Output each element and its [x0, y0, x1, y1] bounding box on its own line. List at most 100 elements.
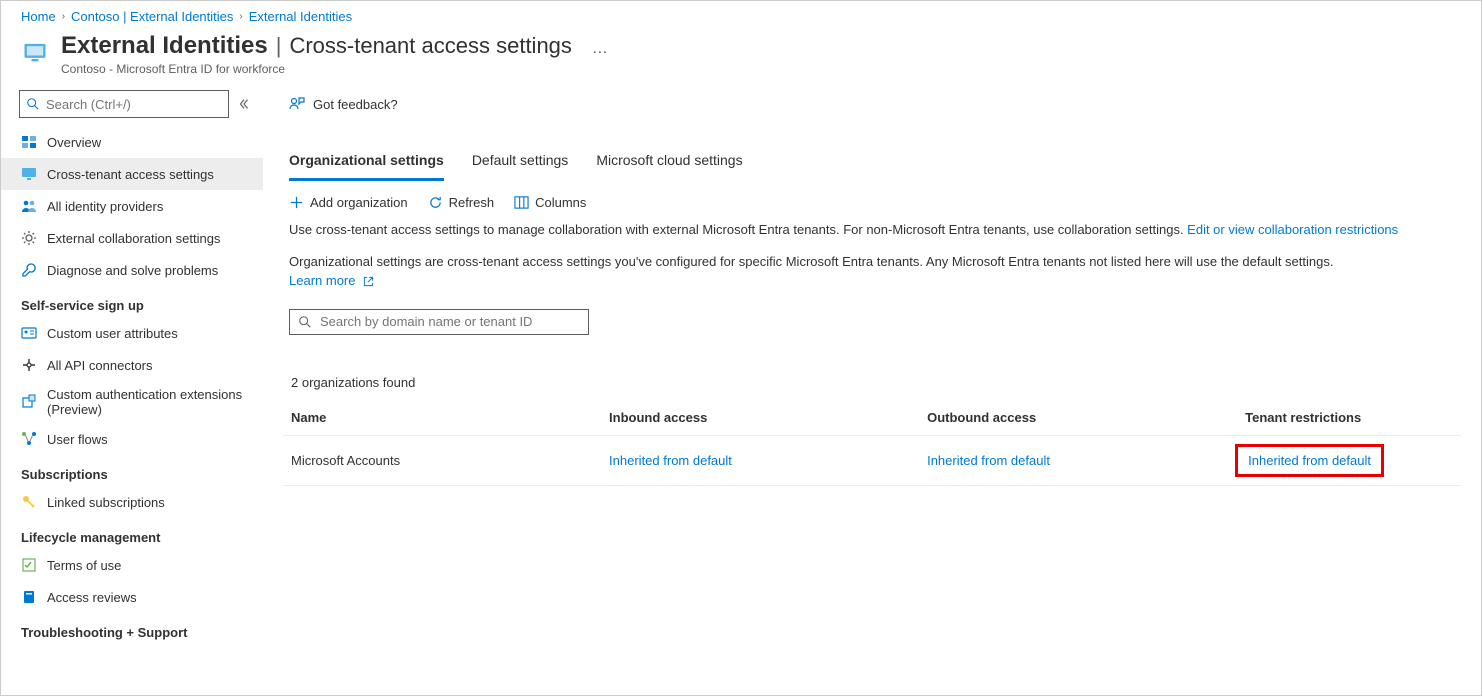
title-separator: |	[276, 33, 282, 59]
refresh-icon	[428, 195, 443, 210]
chevron-right-icon: ›	[239, 11, 242, 22]
search-icon	[26, 97, 40, 111]
sidebar-search-input[interactable]	[46, 97, 222, 112]
extension-icon	[21, 394, 37, 410]
gear-icon	[21, 230, 37, 246]
cell-name: Microsoft Accounts	[283, 435, 601, 485]
sidebar-item-user-flows[interactable]: User flows	[1, 423, 263, 455]
sidebar-item-linked-subscriptions[interactable]: Linked subscriptions	[1, 486, 263, 518]
highlighted-cell: Inherited from default	[1235, 444, 1384, 477]
flow-icon	[21, 431, 37, 447]
organizations-table: Name Inbound access Outbound access Tena…	[283, 400, 1461, 486]
description-2: Organizational settings are cross-tenant…	[275, 252, 1481, 303]
inbound-access-link[interactable]: Inherited from default	[609, 453, 732, 468]
sidebar-item-label: Diagnose and solve problems	[47, 263, 218, 278]
search-icon	[298, 315, 312, 329]
main-content: Got feedback? Organizational settings De…	[263, 90, 1481, 696]
sidebar-item-collab-settings[interactable]: External collaboration settings	[1, 222, 263, 254]
add-organization-button[interactable]: Add organization	[289, 195, 408, 210]
refresh-button[interactable]: Refresh	[428, 195, 495, 210]
col-inbound[interactable]: Inbound access	[601, 400, 919, 436]
sidebar-item-label: Custom authentication extensions (Previe…	[47, 387, 253, 417]
overview-icon	[21, 134, 37, 150]
feedback-button[interactable]: Got feedback?	[313, 97, 398, 112]
breadcrumb-item[interactable]: External Identities	[249, 9, 352, 24]
breadcrumb-item[interactable]: Home	[21, 9, 56, 24]
external-identities-icon	[21, 38, 49, 66]
tab-organizational-settings[interactable]: Organizational settings	[289, 146, 444, 181]
sidebar-item-api-connectors[interactable]: All API connectors	[1, 349, 263, 381]
description-text: Use cross-tenant access settings to mana…	[289, 222, 1187, 237]
sidebar-item-label: Terms of use	[47, 558, 121, 573]
table-row[interactable]: Microsoft Accounts Inherited from defaul…	[283, 435, 1461, 485]
page-header: External Identities | Cross-tenant acces…	[1, 28, 1481, 90]
id-card-icon	[21, 325, 37, 341]
collab-restrictions-link[interactable]: Edit or view collaboration restrictions	[1187, 222, 1398, 237]
page-title-strong: External Identities	[61, 32, 268, 60]
external-link-icon	[363, 276, 374, 287]
tenant-search[interactable]	[289, 309, 589, 335]
sidebar-item-label: All identity providers	[47, 199, 163, 214]
toolbar-label: Columns	[535, 195, 586, 210]
breadcrumb-item[interactable]: Contoso | External Identities	[71, 9, 233, 24]
more-actions-button[interactable]: …	[580, 40, 610, 58]
columns-button[interactable]: Columns	[514, 195, 586, 210]
sidebar-section-subscriptions: Subscriptions	[1, 455, 263, 486]
sidebar-item-label: Cross-tenant access settings	[47, 167, 214, 182]
sidebar-section-lifecycle: Lifecycle management	[1, 518, 263, 549]
sidebar-item-label: Access reviews	[47, 590, 137, 605]
sidebar-item-label: External collaboration settings	[47, 231, 220, 246]
description-text: Organizational settings are cross-tenant…	[289, 254, 1333, 269]
outbound-access-link[interactable]: Inherited from default	[927, 453, 1050, 468]
sidebar-item-terms-of-use[interactable]: Terms of use	[1, 549, 263, 581]
col-restrictions[interactable]: Tenant restrictions	[1237, 400, 1461, 436]
sidebar-item-auth-extensions[interactable]: Custom authentication extensions (Previe…	[1, 381, 263, 423]
checklist-icon	[21, 557, 37, 573]
sidebar-item-cross-tenant[interactable]: Cross-tenant access settings	[1, 158, 263, 190]
monitor-icon	[21, 166, 37, 182]
learn-more-link[interactable]: Learn more	[289, 273, 374, 288]
chevron-double-left-icon	[237, 97, 251, 111]
tenant-restrictions-link[interactable]: Inherited from default	[1248, 453, 1371, 468]
sidebar-item-providers[interactable]: All identity providers	[1, 190, 263, 222]
sidebar: Overview Cross-tenant access settings Al…	[1, 90, 263, 696]
sidebar-section-troubleshoot: Troubleshooting + Support	[1, 613, 263, 644]
toolbar: Add organization Refresh Columns	[263, 181, 1481, 220]
sidebar-item-custom-attributes[interactable]: Custom user attributes	[1, 317, 263, 349]
col-outbound[interactable]: Outbound access	[919, 400, 1237, 436]
sidebar-item-overview[interactable]: Overview	[1, 126, 263, 158]
breadcrumb: Home › Contoso | External Identities › E…	[1, 1, 1481, 28]
sidebar-item-diagnose[interactable]: Diagnose and solve problems	[1, 254, 263, 286]
key-icon	[21, 494, 37, 510]
sidebar-item-label: Overview	[47, 135, 101, 150]
collapse-sidebar-button[interactable]	[235, 93, 253, 115]
table-header-row: Name Inbound access Outbound access Tena…	[283, 400, 1461, 436]
sidebar-item-label: User flows	[47, 432, 108, 447]
people-icon	[21, 198, 37, 214]
sidebar-item-label: Custom user attributes	[47, 326, 178, 341]
wrench-icon	[21, 262, 37, 278]
col-name[interactable]: Name	[283, 400, 601, 436]
page-subtitle: Contoso - Microsoft Entra ID for workfor…	[61, 62, 610, 76]
sidebar-item-access-reviews[interactable]: Access reviews	[1, 581, 263, 613]
sidebar-section-selfservice: Self-service sign up	[1, 286, 263, 317]
sidebar-search[interactable]	[19, 90, 229, 118]
page-title-sub: Cross-tenant access settings	[289, 33, 571, 59]
result-count: 2 organizations found	[263, 335, 1481, 400]
description-1: Use cross-tenant access settings to mana…	[275, 220, 1481, 252]
plus-icon	[289, 195, 304, 210]
learn-more-label: Learn more	[289, 273, 355, 288]
tab-microsoft-cloud-settings[interactable]: Microsoft cloud settings	[596, 146, 742, 181]
tenant-search-input[interactable]	[320, 314, 580, 329]
book-icon	[21, 589, 37, 605]
sidebar-item-label: All API connectors	[47, 358, 153, 373]
toolbar-label: Add organization	[310, 195, 408, 210]
api-icon	[21, 357, 37, 373]
columns-icon	[514, 195, 529, 210]
tab-default-settings[interactable]: Default settings	[472, 146, 569, 181]
chevron-right-icon: ›	[62, 11, 65, 22]
sidebar-item-label: Linked subscriptions	[47, 495, 165, 510]
feedback-icon	[289, 96, 305, 112]
toolbar-label: Refresh	[449, 195, 495, 210]
tabs: Organizational settings Default settings…	[263, 146, 1481, 181]
